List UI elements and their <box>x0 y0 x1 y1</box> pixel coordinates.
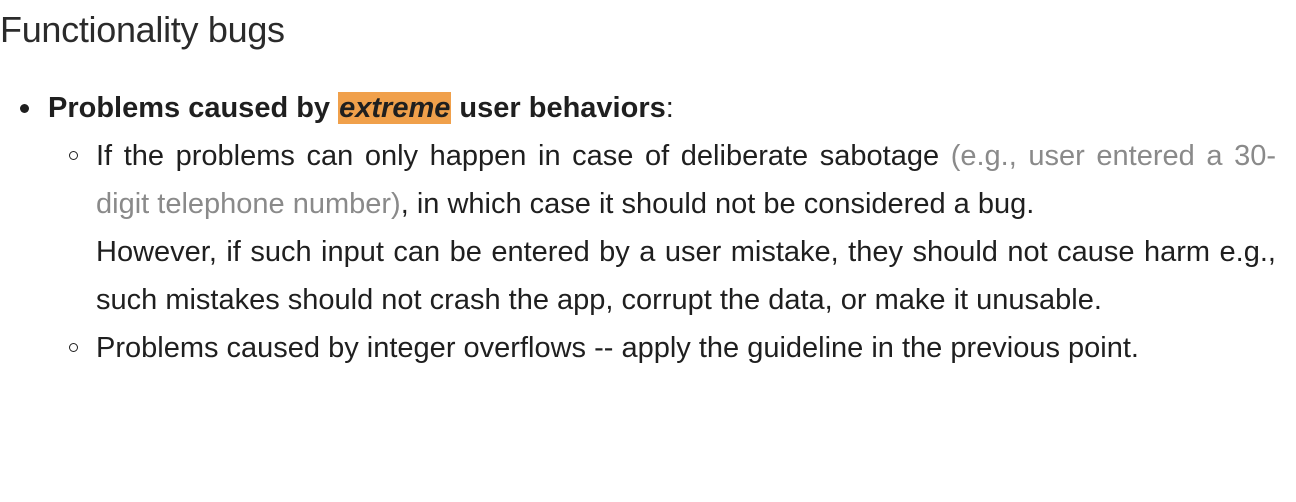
bullet-disc-icon <box>20 104 29 113</box>
sub-list-item: Problems caused by integer overflows -- … <box>48 324 1276 372</box>
user-mistake-paragraph: However, if such input can be entered by… <box>96 236 1276 316</box>
bullet-suffix: user behaviors <box>451 92 666 124</box>
highlighted-term: extreme <box>338 92 452 124</box>
sabotage-paragraph: If the problems can only happen in case … <box>96 132 1276 228</box>
bullet-heading: Problems caused by extreme user behavior… <box>48 84 1276 132</box>
list-item: Problems caused by extreme user behavior… <box>0 84 1276 372</box>
sub-list-item: If the problems can only happen in case … <box>48 132 1276 324</box>
section-heading: Functionality bugs <box>0 9 285 50</box>
bullet-list: Problems caused by extreme user behavior… <box>0 84 1276 372</box>
integer-overflow-paragraph: Problems caused by integer overflows -- … <box>96 332 1139 364</box>
sub-list: If the problems can only happen in case … <box>48 132 1276 372</box>
bullet-colon: : <box>665 92 674 124</box>
sabotage-text: If the problems can only happen in case … <box>96 140 951 172</box>
bullet-circle-icon <box>69 343 78 352</box>
not-a-bug-text: , in which case it should not be conside… <box>400 188 1035 220</box>
bullet-circle-icon <box>69 151 78 160</box>
bullet-prefix: Problems caused by <box>48 92 339 124</box>
